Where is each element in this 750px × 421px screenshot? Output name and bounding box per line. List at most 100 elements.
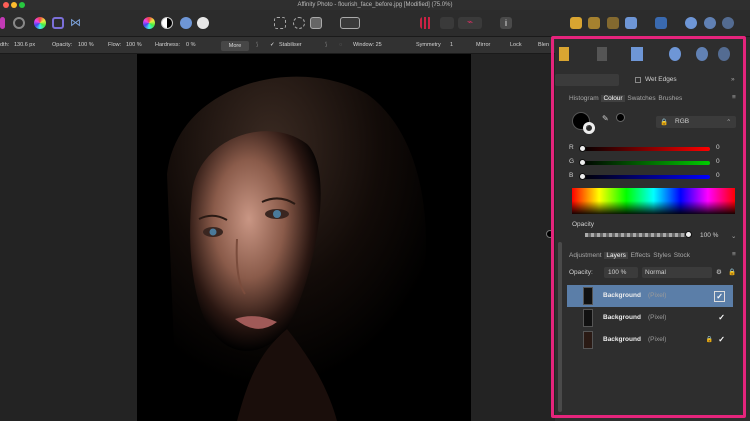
panel-menu-icon[interactable]: ≡ [732,94,736,101]
rope-mode-icon[interactable]: ⟆ [325,37,327,54]
layer-row[interactable]: Background (Pixel) 🔒 ✓ [567,329,733,351]
colour-adjust-icon[interactable] [143,17,155,29]
snapping-icon[interactable] [440,17,454,29]
grid-snap-icon[interactable] [420,17,432,29]
width-value[interactable]: 130.6 px [14,37,35,54]
layer-kind: (Pixel) [648,292,667,299]
channel-r-slider[interactable] [581,147,710,151]
opacity-value[interactable]: 100 % [78,37,94,54]
arrange-forward-icon[interactable] [607,17,619,29]
more-button[interactable]: More [221,41,249,51]
brush-preset-dropdown[interactable] [555,74,619,86]
opacity-knob[interactable] [685,231,692,238]
layer-lock-icon[interactable]: 🔒 [706,329,713,351]
brush-icon[interactable]: ⟆ [256,37,258,54]
tab-styles[interactable]: Styles [653,252,671,259]
layers-opacity-field[interactable]: 100 % [604,267,638,278]
channel-b-value[interactable]: 0 [716,172,720,179]
opacity-value[interactable]: 100 % [700,232,718,239]
boolean-add-icon[interactable] [685,17,697,29]
wet-edges-checkbox[interactable] [635,77,641,83]
channel-b-slider[interactable] [581,175,710,179]
tab-adjustment[interactable]: Adjustment [569,252,602,259]
tab-colour[interactable]: Colour [601,95,625,102]
arrange-alt-icon[interactable] [597,47,607,61]
channel-g-slider[interactable] [581,161,710,165]
layers-opacity-value: 100 % [608,269,627,276]
marquee-icon[interactable] [274,17,286,29]
flow-value[interactable]: 100 % [126,37,142,54]
zoom-window-button[interactable] [19,2,25,8]
hardness-value[interactable]: 0 % [186,37,195,54]
panel-scrollbar[interactable] [558,242,562,412]
layer-visibility-checkbox[interactable]: ✓ [718,307,725,329]
subtract-icon[interactable] [696,47,708,61]
portrait-photo[interactable] [137,54,471,421]
blend-label[interactable]: Blen [538,37,549,54]
tone-map-persona-icon[interactable] [34,17,46,29]
colour-picker-icon[interactable]: ✎ [602,114,609,123]
symmetry-value[interactable]: 1 [450,37,453,54]
white-balance-icon[interactable] [197,17,209,29]
boolean-intersect-icon[interactable] [722,17,734,29]
black-white-icon[interactable] [161,17,173,29]
canvas-area[interactable] [0,54,555,421]
tab-brushes[interactable]: Brushes [658,95,682,102]
alignment-icon[interactable] [625,17,637,29]
blend-mode-dropdown[interactable]: Normal [642,267,712,278]
assistant-icon[interactable]: i [500,17,512,29]
opacity-slider[interactable] [585,233,689,237]
opacity-swatch [546,230,554,238]
layer-visibility-checkbox[interactable]: ✓ [718,329,725,351]
add-icon[interactable] [669,47,681,61]
tab-histogram[interactable]: Histogram [569,95,599,102]
quick-mask-icon[interactable] [340,17,360,29]
lock-icon[interactable]: 🔒 [728,268,736,276]
layer-row[interactable]: Background (Pixel) ✓ [567,285,733,307]
expand-icon[interactable]: » [731,76,735,83]
tab-layers[interactable]: Layers [604,252,628,259]
gear-icon[interactable]: ⚙ [716,268,722,276]
colour-model-dropdown[interactable]: 🔒 RGB ⌃ [656,116,736,128]
stabiliser-checkbox[interactable]: ✓ [270,37,275,54]
lock-label[interactable]: Lock [510,37,522,54]
share-icon[interactable]: ⋈ [70,17,82,29]
levels-icon[interactable] [180,17,192,29]
close-window-button[interactable] [3,2,9,8]
wet-edges-label: Wet Edges [645,76,677,83]
arrange-icon[interactable] [559,47,569,61]
arrange-back-icon[interactable] [588,17,600,29]
ellipse-marquee-icon[interactable] [293,17,305,29]
channel-b-knob[interactable] [579,173,586,180]
magnet-icon[interactable]: ⌁ [458,17,482,29]
right-panel: Wet Edges » Histogram Colour Swatches Br… [546,37,750,421]
intersect-icon[interactable] [718,47,730,61]
layer-visibility-checkbox[interactable]: ✓ [714,291,725,302]
channel-r-knob[interactable] [579,145,586,152]
boolean-subtract-icon[interactable] [704,17,716,29]
opacity-label: Opacity [572,221,595,228]
develop-persona-icon[interactable] [13,17,25,29]
mirror-label[interactable]: Mirror [476,37,490,54]
channel-r-value[interactable]: 0 [716,144,720,151]
channel-g-knob[interactable] [579,159,586,166]
invert-selection-icon[interactable] [310,17,322,29]
window-mode-icon[interactable]: ◌ [339,37,342,54]
tab-stock[interactable]: Stock [674,252,690,259]
export-persona-icon[interactable] [52,17,64,29]
stroke-colour-swatch[interactable] [583,122,595,134]
align-icon[interactable] [631,47,643,61]
colour-spectrum[interactable] [572,188,735,214]
tab-swatches[interactable]: Swatches [627,95,655,102]
layer-row[interactable]: Background (Pixel) ✓ [567,307,733,329]
layer-kind: (Pixel) [648,314,667,321]
align-left-icon[interactable] [655,17,667,29]
minimize-window-button[interactable] [11,2,17,8]
tab-effects[interactable]: Effects [631,252,651,259]
layers-menu-icon[interactable]: ≡ [732,251,736,258]
opacity-stepper-icon[interactable]: ⌄ [731,232,736,240]
arrange-front-icon[interactable] [570,17,582,29]
window-label[interactable]: Window: 25 [353,37,382,54]
persona-icon[interactable] [0,17,5,29]
channel-g-value[interactable]: 0 [716,158,720,165]
